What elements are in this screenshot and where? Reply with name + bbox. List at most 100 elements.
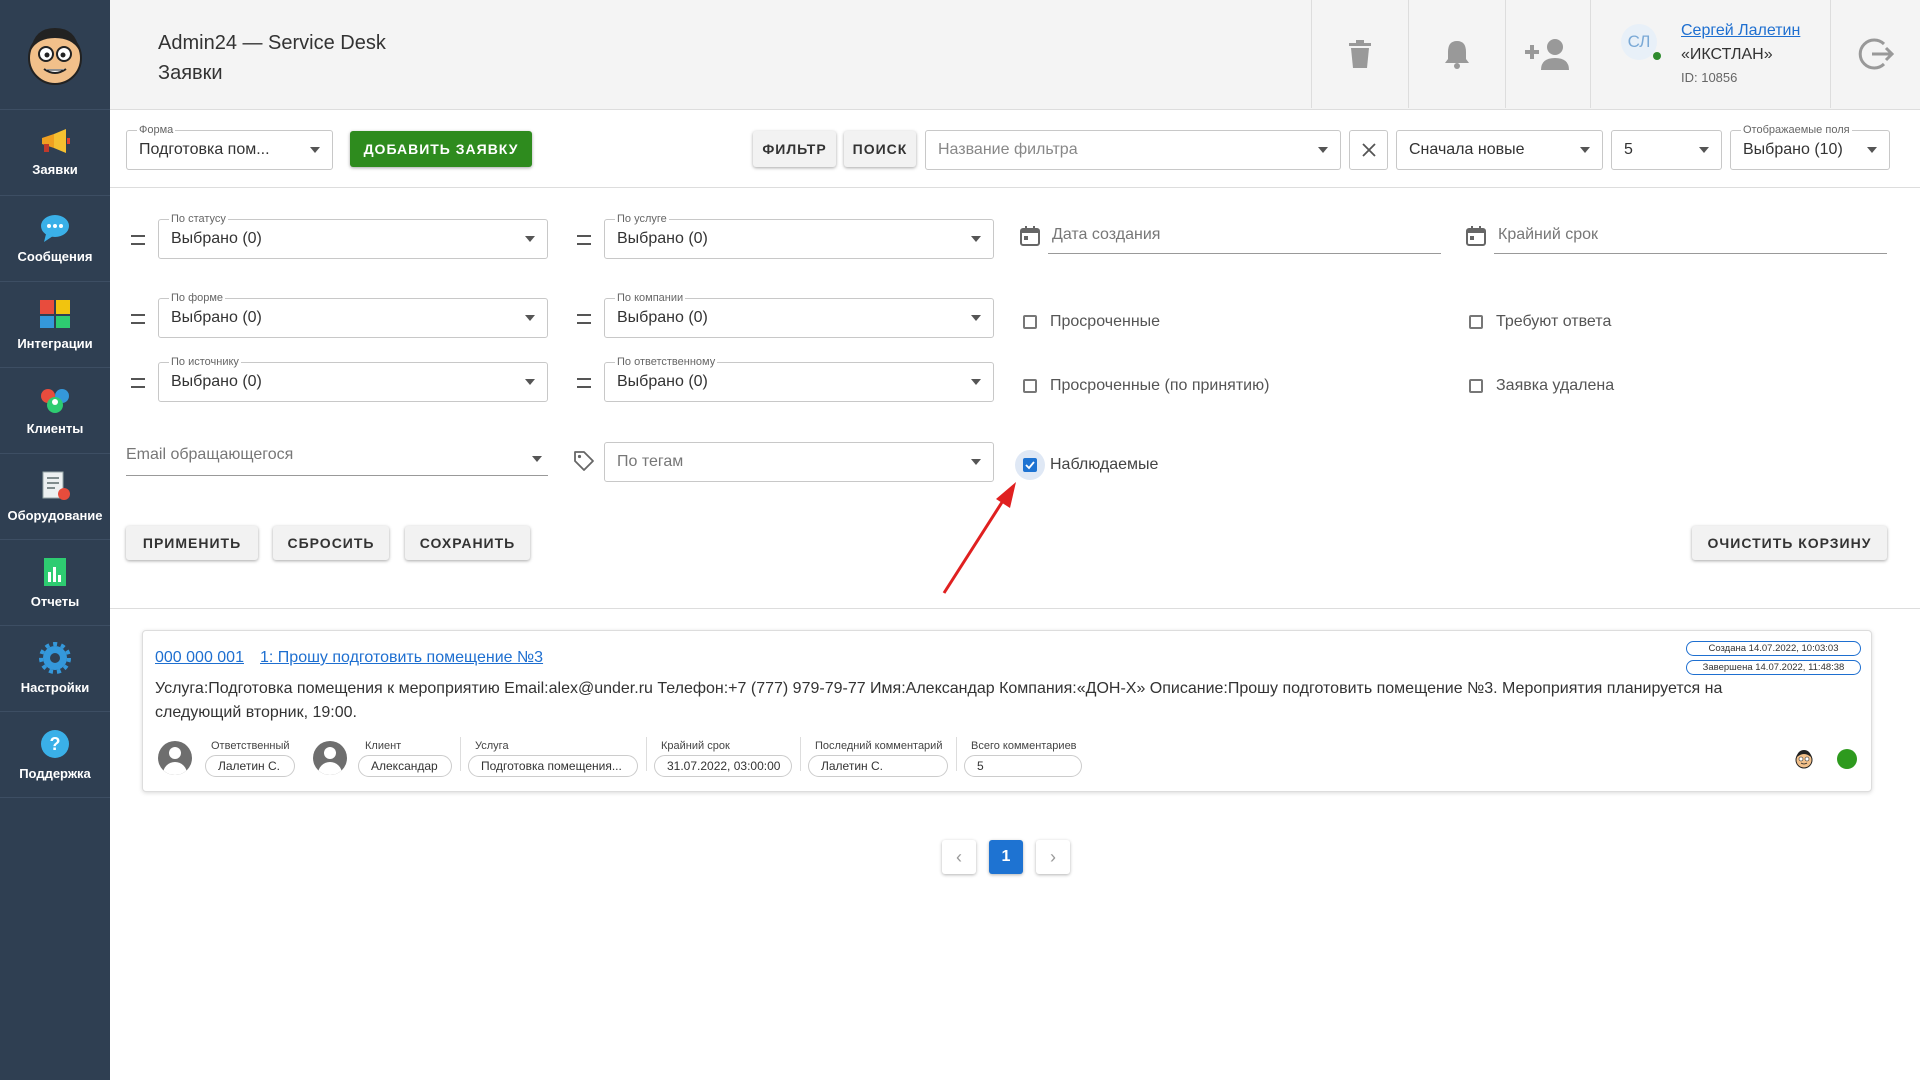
- total-comments-value: 5: [964, 755, 1082, 777]
- avatar[interactable]: СЛ: [1621, 24, 1657, 60]
- need-reply-checkbox[interactable]: [1469, 315, 1483, 329]
- overdue-accept-checkbox[interactable]: [1023, 379, 1037, 393]
- equals-icon: [131, 235, 145, 245]
- source-select-label: По источнику: [169, 355, 241, 369]
- chevron-down-icon: [525, 236, 535, 242]
- annotation-arrow: [942, 482, 1016, 594]
- overdue-checkbox[interactable]: [1023, 315, 1037, 329]
- company-select-value: Выбрано (0): [617, 309, 708, 326]
- deadline-value: 31.07.2022, 03:00:00: [654, 755, 792, 777]
- equals-icon: [131, 378, 145, 388]
- logo[interactable]: [0, 0, 110, 110]
- status-select-value: Выбрано (0): [171, 230, 262, 247]
- trash-icon: [1349, 40, 1371, 68]
- sidebar-item-settings[interactable]: Настройки: [0, 626, 110, 712]
- divider: [460, 737, 461, 771]
- ticket-card[interactable]: 000 000 001 1: Прошу подготовить помещен…: [142, 630, 1872, 792]
- gear-icon: [39, 642, 71, 674]
- sidebar-item-label: Клиенты: [26, 421, 84, 436]
- service-select[interactable]: По услуге Выбрано (0): [604, 212, 994, 259]
- display-fields-label: Отображаемые поля: [1741, 123, 1852, 137]
- sidebar-item-label: Отчеты: [30, 594, 80, 609]
- source-select[interactable]: По источнику Выбрано (0): [158, 355, 548, 402]
- clear-trash-button[interactable]: ОЧИСТИТЬ КОРЗИНУ: [1692, 526, 1887, 560]
- notifications-button[interactable]: [1408, 0, 1505, 108]
- form-filter-label: По форме: [169, 291, 226, 305]
- deadline-input[interactable]: Крайний срок: [1494, 226, 1887, 254]
- calendar-icon: [1020, 226, 1040, 246]
- assignee-face-icon: [1795, 750, 1813, 769]
- client-label: Клиент: [365, 740, 402, 752]
- search-button[interactable]: ПОИСК: [844, 131, 916, 167]
- created-date-input[interactable]: Дата создания: [1048, 226, 1441, 254]
- ticket-description: Услуга:Подготовка помещения к мероприяти…: [155, 680, 1723, 721]
- add-request-button[interactable]: ДОБАВИТЬ ЗАЯВКУ: [350, 131, 532, 167]
- service-select-label: По услуге: [615, 212, 669, 226]
- trash-button[interactable]: [1311, 0, 1408, 108]
- page-1-button[interactable]: 1: [989, 840, 1023, 874]
- sidebar-item-label: Настройки: [20, 680, 90, 695]
- status-dot: [1837, 749, 1857, 769]
- deleted-checkbox[interactable]: [1469, 379, 1483, 393]
- divider: [956, 737, 957, 771]
- per-page-value: 5: [1624, 141, 1633, 158]
- filter-name-select[interactable]: Название фильтра: [925, 130, 1341, 170]
- svg-text:?: ?: [50, 734, 61, 754]
- need-reply-label: Требуют ответа: [1496, 313, 1612, 330]
- sidebar-item-support[interactable]: ? Поддержка: [0, 712, 110, 798]
- watched-checkbox[interactable]: [1023, 458, 1037, 472]
- prev-page-button[interactable]: ‹: [942, 840, 976, 874]
- total-comments-label: Всего комментариев: [971, 740, 1077, 752]
- status-select[interactable]: По статусу Выбрано (0): [158, 212, 548, 259]
- tags-select[interactable]: По тегам: [604, 442, 994, 482]
- sidebar-item-messages[interactable]: Сообщения: [0, 196, 110, 282]
- last-comment-value: Лалетин С.: [808, 755, 948, 777]
- responsible-select[interactable]: По ответственному Выбрано (0): [604, 355, 994, 402]
- email-input[interactable]: Email обращающегося: [126, 446, 548, 476]
- next-page-button[interactable]: ›: [1036, 840, 1070, 874]
- filter-button[interactable]: ФИЛЬТР: [753, 131, 836, 167]
- online-status-dot: [1653, 52, 1661, 60]
- apply-button[interactable]: ПРИМЕНИТЬ: [126, 526, 258, 560]
- sort-select[interactable]: Сначала новые: [1396, 130, 1603, 170]
- responsible-value: Лалетин С.: [205, 755, 295, 777]
- sidebar-item-label: Сообщения: [17, 249, 93, 264]
- form-select[interactable]: Форма Подготовка пом...: [126, 123, 333, 170]
- ticket-number-link[interactable]: 000 000 001: [155, 649, 244, 667]
- user-name-link[interactable]: Сергей Лалетин: [1681, 22, 1800, 40]
- form-filter-select[interactable]: По форме Выбрано (0): [158, 291, 548, 338]
- section-name: Заявки: [158, 62, 223, 84]
- sidebar-item-requests[interactable]: Заявки: [0, 110, 110, 196]
- sidebar-item-integrations[interactable]: Интеграции: [0, 282, 110, 368]
- company-select[interactable]: По компании Выбрано (0): [604, 291, 994, 338]
- app-name: Admin24 — Service Desk: [158, 32, 386, 54]
- deadline-label: Крайний срок: [661, 740, 730, 752]
- ticket-title-link[interactable]: 1: Прошу подготовить помещение №3: [260, 649, 543, 667]
- tags-placeholder: По тегам: [617, 453, 684, 470]
- help-icon: ?: [41, 730, 69, 758]
- chevron-down-icon: [1580, 147, 1590, 153]
- form-select-label: Форма: [137, 123, 176, 137]
- responsible-label: Ответственный: [211, 740, 290, 752]
- check-icon: [1025, 461, 1035, 470]
- display-fields-select[interactable]: Отображаемые поля Выбрано (10): [1730, 123, 1890, 170]
- service-select-value: Выбрано (0): [617, 230, 708, 247]
- sidebar-item-clients[interactable]: Клиенты: [0, 368, 110, 454]
- sidebar-item-equipment[interactable]: Оборудование: [0, 454, 110, 540]
- finished-date-badge: Завершена 14.07.2022, 11:48:38: [1686, 660, 1861, 675]
- divider: [110, 608, 1920, 609]
- add-user-button[interactable]: [1505, 0, 1590, 108]
- reset-button[interactable]: СБРОСИТЬ: [273, 526, 389, 560]
- service-value: Подготовка помещения...: [468, 755, 638, 777]
- clear-filter-button[interactable]: [1349, 130, 1388, 170]
- chevron-down-icon: [971, 315, 981, 321]
- status-select-label: По статусу: [169, 212, 228, 226]
- close-icon: [1361, 143, 1376, 157]
- save-button[interactable]: СОХРАНИТЬ: [405, 526, 530, 560]
- sidebar-item-reports[interactable]: Отчеты: [0, 540, 110, 626]
- logout-button[interactable]: [1830, 0, 1920, 108]
- add-user-icon: [1525, 39, 1569, 70]
- calendar-icon: [1466, 226, 1486, 246]
- per-page-select[interactable]: 5: [1611, 130, 1722, 170]
- overdue-accept-label: Просроченные (по принятию): [1050, 377, 1270, 394]
